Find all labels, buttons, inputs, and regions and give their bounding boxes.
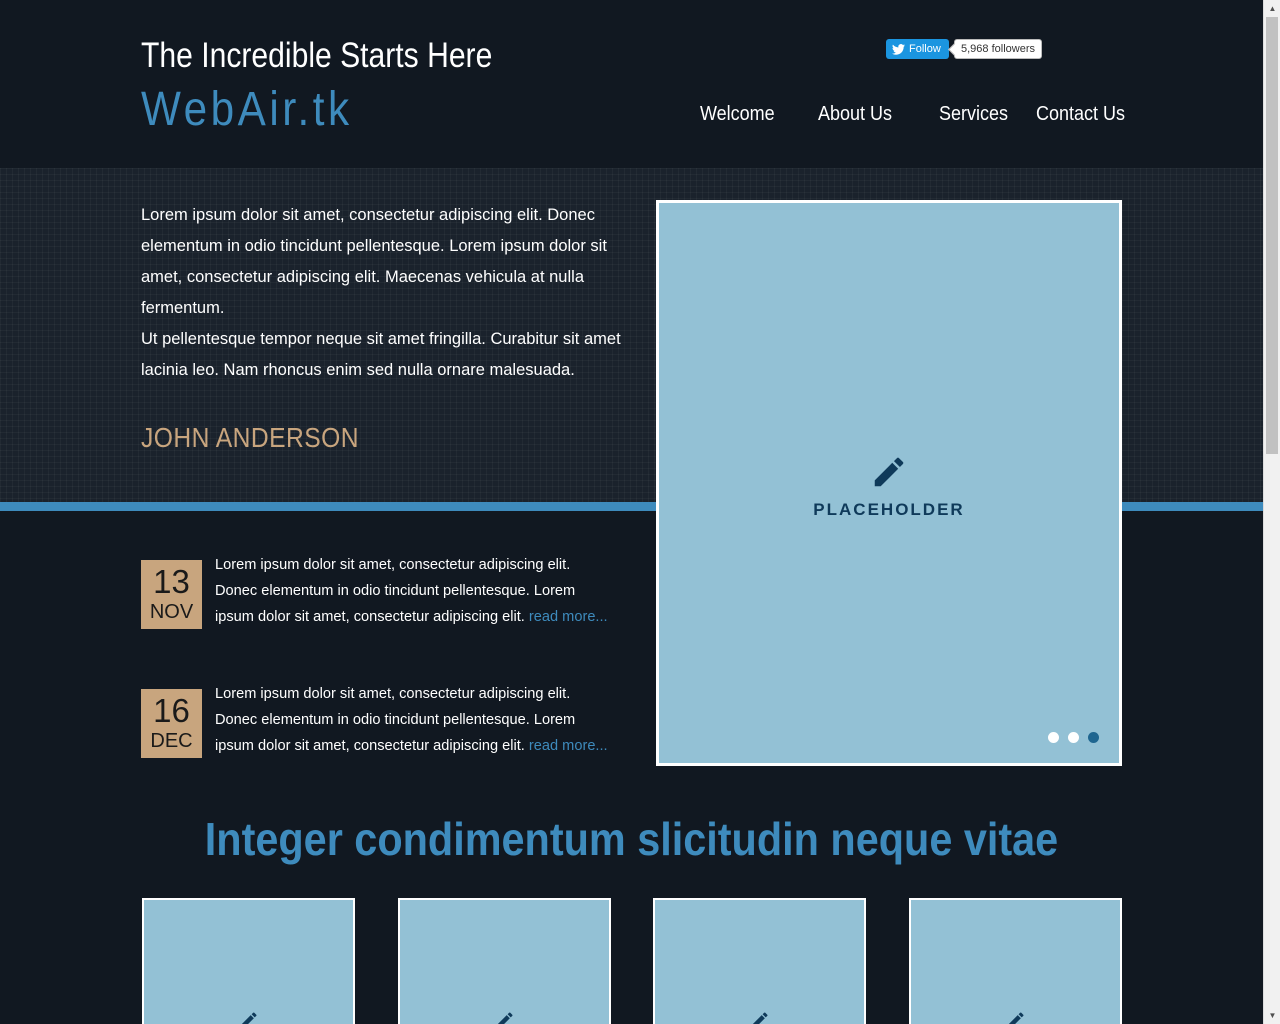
pencil-icon: [241, 1012, 257, 1024]
pencil-icon: [874, 457, 904, 487]
site-tagline: The Incredible Starts Here: [141, 36, 493, 75]
main-nav: Welcome About Us Services Contact Us: [700, 103, 1125, 131]
pencil-icon: [1008, 1012, 1024, 1024]
date-badge: 13 NOV: [141, 560, 202, 629]
slider-dot-2[interactable]: [1068, 732, 1079, 743]
news-item: 13 NOV Lorem ipsum dolor sit amet, conse…: [141, 557, 641, 630]
pencil-icon: [497, 1012, 513, 1024]
news-text: Lorem ipsum dolor sit amet, consectetur …: [215, 557, 576, 625]
placeholder-label: PLACEHOLDER: [813, 500, 965, 519]
twitter-follow-button[interactable]: Follow: [886, 39, 949, 59]
intro-paragraph-2: Ut pellentesque tempor neque sit amet fr…: [141, 330, 621, 379]
date-day: 13: [153, 563, 190, 600]
news-excerpt: Lorem ipsum dolor sit amet, consectetur …: [215, 552, 615, 630]
image-slider[interactable]: PLACEHOLDER: [656, 200, 1122, 766]
nav-welcome[interactable]: Welcome: [700, 103, 775, 126]
news-text: Lorem ipsum dolor sit amet, consectetur …: [215, 686, 576, 754]
site-header: The Incredible Starts Here WebAir.tk Fol…: [0, 0, 1263, 168]
date-month: NOV: [149, 601, 194, 623]
thumbnail-card[interactable]: [653, 898, 866, 1024]
pencil-icon: [752, 1012, 768, 1024]
thumbnail-card[interactable]: [909, 898, 1122, 1024]
thumbnail-card[interactable]: [398, 898, 611, 1024]
date-month: DEC: [150, 730, 193, 752]
twitter-bird-icon: [892, 43, 905, 55]
followers-count[interactable]: 5,968 followers: [954, 39, 1042, 59]
nav-contact-us[interactable]: Contact Us: [1036, 103, 1125, 126]
author-signature: JOHN ANDERSON: [141, 422, 359, 453]
section-title: Integer condimentum slicitudin neque vit…: [204, 813, 1059, 865]
scroll-down-arrow-icon[interactable]: ▼: [1264, 1007, 1280, 1024]
read-more-link[interactable]: read more...: [529, 609, 608, 625]
slider-pagination: [1048, 732, 1099, 743]
scrollbar-thumb[interactable]: [1266, 17, 1278, 454]
nav-about-us[interactable]: About Us: [818, 103, 892, 126]
slider-dot-3[interactable]: [1088, 732, 1099, 743]
news-item: 16 DEC Lorem ipsum dolor sit amet, conse…: [141, 686, 641, 759]
intro-paragraph-1: Lorem ipsum dolor sit amet, consectetur …: [141, 206, 607, 317]
thumbnail-card[interactable]: [142, 898, 355, 1024]
site-logo[interactable]: WebAir.tk: [141, 82, 353, 137]
slider-dot-1[interactable]: [1048, 732, 1059, 743]
slide-placeholder: PLACEHOLDER: [659, 453, 1119, 520]
nav-services[interactable]: Services: [939, 103, 1008, 126]
news-excerpt: Lorem ipsum dolor sit amet, consectetur …: [215, 681, 615, 759]
scroll-up-arrow-icon[interactable]: ▲: [1264, 0, 1280, 17]
date-badge: 16 DEC: [141, 689, 202, 758]
vertical-scrollbar[interactable]: ▲ ▼: [1263, 0, 1280, 1024]
date-day: 16: [153, 692, 190, 729]
read-more-link[interactable]: read more...: [529, 738, 608, 754]
follow-label: Follow: [909, 43, 941, 55]
